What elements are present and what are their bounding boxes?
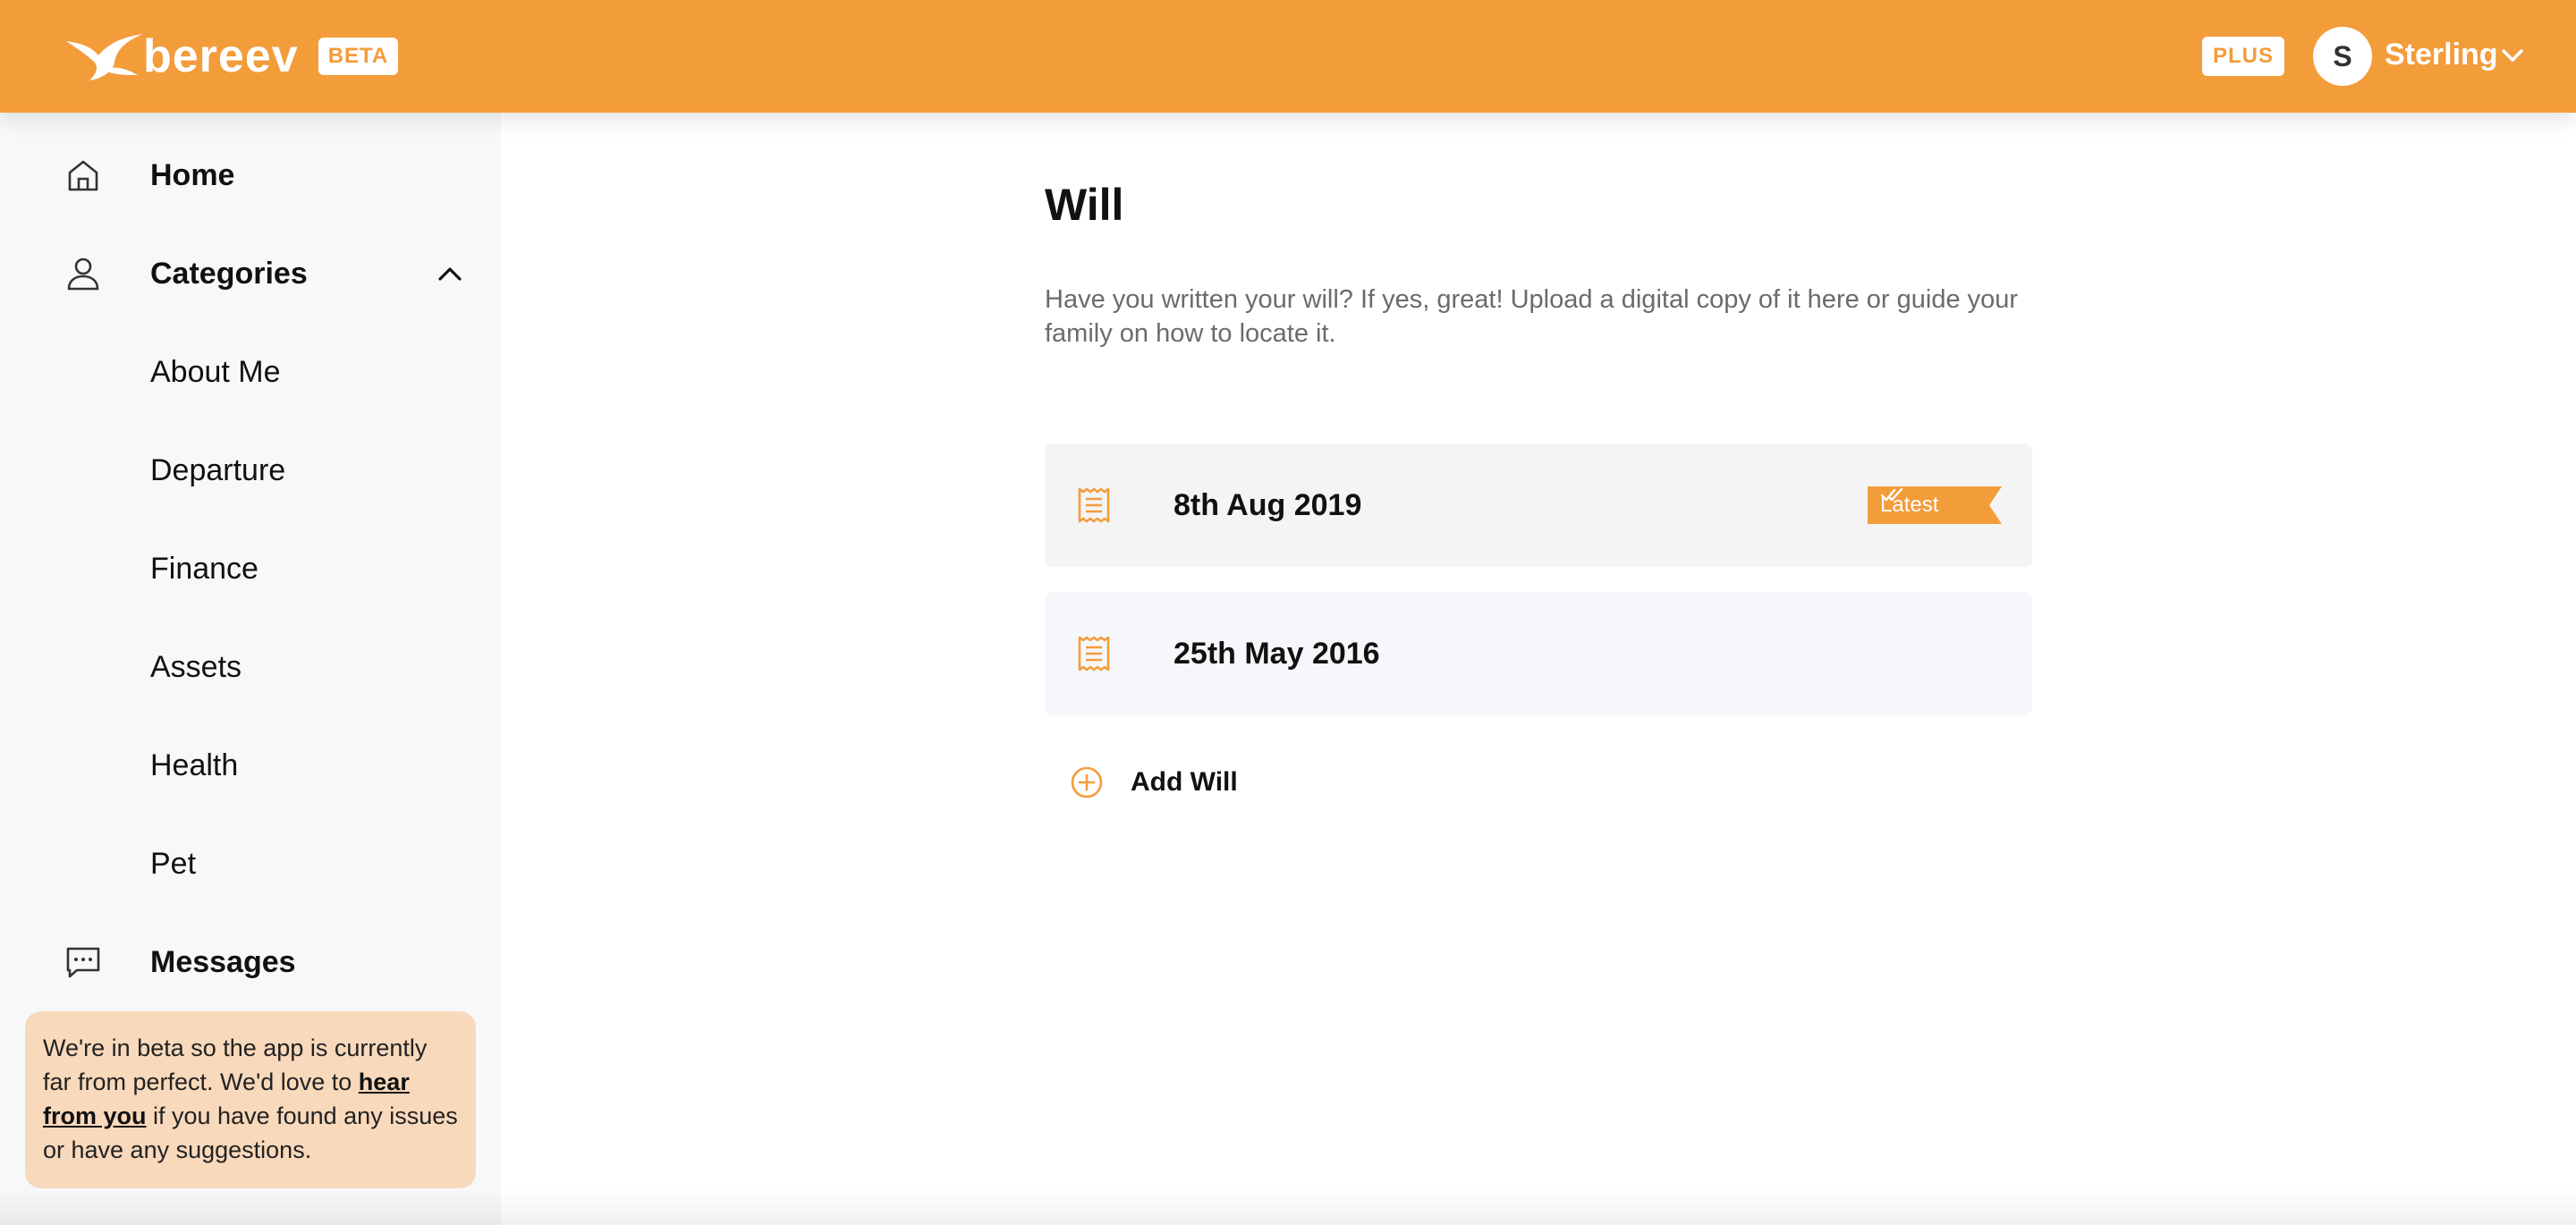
double-check-icon	[1880, 487, 1903, 502]
document-icon	[1078, 636, 1110, 672]
message-icon	[66, 947, 100, 978]
sidebar-item-about-me[interactable]: About Me	[0, 336, 501, 408]
sidebar-item-pet[interactable]: Pet	[0, 828, 501, 900]
document-icon	[1078, 487, 1110, 523]
sidebar-item-home[interactable]: Home	[0, 139, 501, 211]
sidebar-item-label: Finance	[150, 551, 258, 586]
sidebar-item-label: About Me	[150, 354, 281, 389]
beta-badge: BETA	[318, 38, 399, 75]
sidebar-item-label: Pet	[150, 846, 197, 881]
home-icon	[68, 160, 98, 191]
will-date: 25th May 2016	[1174, 636, 1380, 671]
sidebar-item-label: Messages	[150, 944, 296, 979]
chevron-up-icon[interactable]	[436, 264, 463, 283]
sidebar-item-label: Categories	[150, 256, 308, 291]
bottom-edge-shadow	[0, 1189, 2576, 1225]
bird-logo-icon	[66, 34, 143, 80]
logo-text: bereev	[143, 30, 299, 82]
user-icon	[67, 258, 99, 291]
sidebar-item-assets[interactable]: Assets	[0, 631, 501, 703]
plus-circle-icon	[1071, 766, 1103, 798]
will-date: 8th Aug 2019	[1174, 487, 1362, 522]
sidebar-item-categories[interactable]: Categories	[0, 238, 501, 309]
will-item[interactable]: 8th Aug 2019 Latest	[1045, 444, 2032, 567]
page-title: Will	[1045, 180, 1124, 230]
sidebar-item-label: Home	[150, 157, 235, 192]
page-description: Have you written your will? If yes, grea…	[1045, 285, 2019, 348]
will-item[interactable]: 25th May 2016	[1045, 592, 2032, 715]
top-header: bereev BETA PLUS S Sterling	[0, 0, 2576, 113]
add-will-label: Add Will	[1131, 767, 1238, 797]
add-will-button[interactable]: Add Will	[1070, 762, 1238, 803]
sidebar-item-departure[interactable]: Departure	[0, 435, 501, 506]
plus-badge[interactable]: PLUS	[2202, 37, 2284, 76]
user-name[interactable]: Sterling	[2385, 38, 2498, 72]
sidebar-item-health[interactable]: Health	[0, 730, 501, 801]
chevron-down-icon[interactable]	[2501, 46, 2524, 64]
avatar[interactable]: S	[2313, 27, 2372, 86]
sidebar-item-finance[interactable]: Finance	[0, 533, 501, 604]
sidebar-item-label: Assets	[150, 649, 242, 684]
sidebar-item-label: Health	[150, 748, 239, 782]
beta-feedback-note: We're in beta so the app is currently fa…	[25, 1011, 476, 1188]
bereev-logo[interactable]: bereev BETA	[63, 27, 399, 86]
sidebar-item-messages[interactable]: Messages	[0, 926, 501, 998]
latest-badge: Latest	[1868, 486, 2002, 524]
sidebar-item-label: Departure	[150, 452, 286, 487]
